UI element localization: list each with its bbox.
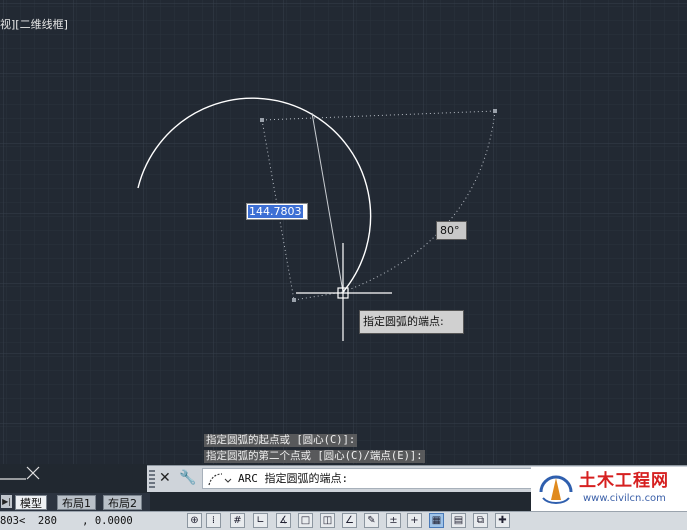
infer-constraints-icon[interactable]: ⊕ (187, 513, 202, 528)
dimension-value[interactable]: 144.7803 (248, 205, 303, 218)
object-snap-icon[interactable]: □ (298, 513, 313, 528)
drawing-viewport[interactable]: 视][二维线框] 144.7803 80° 指定圆弧的端点: 指定圆弧的起点或 … (0, 0, 687, 464)
command-prompt-text: ARC 指定圆弧的端点: (238, 472, 349, 485)
allow-ucs-icon[interactable]: ✎ (364, 513, 379, 528)
dynamic-input-icon[interactable]: ± (386, 513, 401, 528)
tab-layout1[interactable]: 布局1 (57, 495, 96, 510)
lineweight-icon[interactable]: + (407, 513, 422, 528)
object-snap-tracking-icon[interactable]: ∠ (342, 513, 357, 528)
coordinate-readout[interactable]: 803< 280 , 0.0000 (0, 514, 133, 528)
viewport-style-label[interactable]: 视][二维线框] (0, 16, 68, 32)
command-history-line: 指定圆弧的第二个点或 [圆心(C)/端点(E)]: (204, 450, 425, 463)
tab-scroll-icon[interactable]: ▶| (1, 495, 12, 508)
ucs-icon (0, 466, 40, 480)
transparency-icon[interactable]: ▦ (429, 513, 444, 528)
watermark-url: www.civilcn.com (583, 493, 666, 504)
snap-mode-icon[interactable]: ⁞ (206, 513, 221, 528)
wrench-icon[interactable]: 🔧 (179, 469, 196, 487)
grid-display-icon[interactable]: # (230, 513, 245, 528)
grip-handle[interactable] (149, 470, 155, 488)
selection-cycling-icon[interactable]: ⧉ (473, 513, 488, 528)
civilcn-logo-icon (539, 475, 573, 505)
dynamic-input-prompt: 指定圆弧的端点: (359, 310, 464, 334)
drawing-canvas[interactable] (0, 0, 687, 464)
ortho-mode-icon[interactable]: ∟ (253, 513, 268, 528)
angle-tooltip: 80° (436, 221, 467, 240)
watermark: 土木工程网 www.civilcn.com (531, 467, 687, 511)
polar-tracking-icon[interactable]: ∡ (276, 513, 291, 528)
arc-command-icon (208, 473, 232, 486)
annotation-monitor-icon[interactable]: ✚ (495, 513, 510, 528)
3d-object-snap-icon[interactable]: ◫ (320, 513, 335, 528)
layout-tabs: ▶| 模型 布局1 布局2 (0, 493, 150, 511)
tab-layout2[interactable]: 布局2 (103, 495, 142, 510)
watermark-brand: 土木工程网 (579, 471, 669, 491)
command-history-line: 指定圆弧的起点或 [圆心(C)]: (204, 434, 358, 447)
dynamic-dimension-input[interactable]: 144.7803 (246, 203, 308, 220)
quick-properties-icon[interactable]: ▤ (451, 513, 466, 528)
tab-model[interactable]: 模型 (15, 495, 47, 510)
close-icon[interactable]: ✕ (159, 469, 171, 487)
status-bar: 803< 280 , 0.0000 ⊕ ⁞ # ∟ ∡ □ ◫ ∠ ✎ ± + … (0, 511, 687, 530)
